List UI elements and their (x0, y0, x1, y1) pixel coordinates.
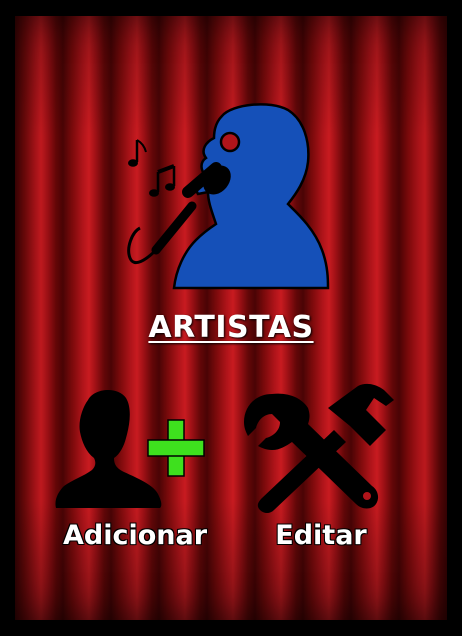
add-person-icon (55, 389, 205, 508)
page-title: ARTISTAS (148, 310, 314, 345)
wrench-hammer-icon (244, 383, 394, 513)
person-silhouette (55, 389, 162, 508)
singer-silhouette (172, 103, 330, 290)
add-artist-button[interactable]: Adicionar (50, 380, 220, 560)
edit-artist-button[interactable]: Editar (236, 380, 406, 560)
page-title-container: ARTISTAS (0, 310, 462, 345)
plus-icon (147, 419, 205, 477)
add-artist-label: Adicionar (62, 520, 208, 551)
singer-with-microphone-icon (127, 103, 330, 290)
music-note-icon (128, 139, 147, 167)
edit-artist-label: Editar (275, 520, 367, 551)
double-music-note-icon (149, 164, 176, 197)
app-frame: ARTISTAS Adicionar Editar (0, 0, 462, 636)
